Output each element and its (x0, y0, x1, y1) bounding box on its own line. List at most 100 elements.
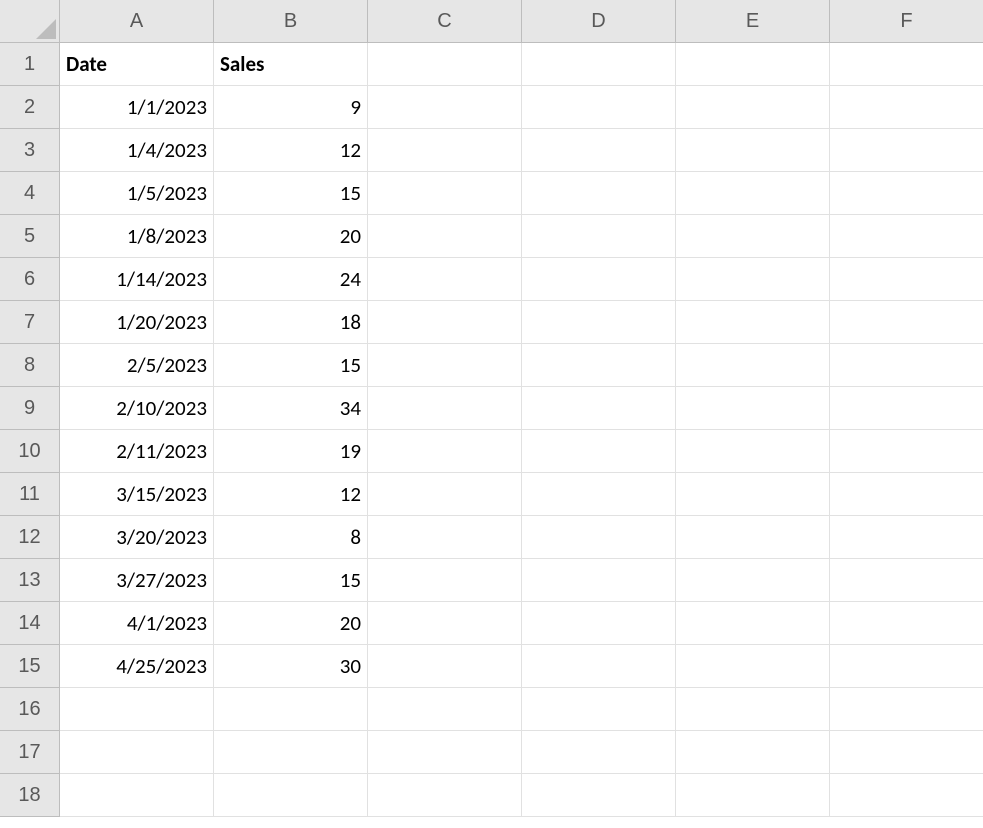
cell-D12[interactable] (522, 516, 676, 559)
cell-date-row-1[interactable]: 1/1/2023 (60, 86, 214, 129)
row-header-11[interactable]: 11 (0, 473, 60, 516)
cell-D2[interactable] (522, 86, 676, 129)
cell-F5[interactable] (830, 215, 983, 258)
cell-D16[interactable] (522, 688, 676, 731)
cell-E15[interactable] (676, 645, 830, 688)
row-header-1[interactable]: 1 (0, 43, 60, 86)
cell-F1[interactable] (830, 43, 983, 86)
cell-E4[interactable] (676, 172, 830, 215)
cell-C4[interactable] (368, 172, 522, 215)
cell-E3[interactable] (676, 129, 830, 172)
cell-E13[interactable] (676, 559, 830, 602)
cell-sales-row-14[interactable]: 30 (214, 645, 368, 688)
cell-C15[interactable] (368, 645, 522, 688)
select-all-corner[interactable] (0, 0, 60, 43)
cell-D4[interactable] (522, 172, 676, 215)
cell-A16[interactable] (60, 688, 214, 731)
row-header-5[interactable]: 5 (0, 215, 60, 258)
row-header-10[interactable]: 10 (0, 430, 60, 473)
cell-F2[interactable] (830, 86, 983, 129)
cell-D3[interactable] (522, 129, 676, 172)
cell-sales-row-12[interactable]: 15 (214, 559, 368, 602)
cell-D14[interactable] (522, 602, 676, 645)
cell-date-row-12[interactable]: 3/27/2023 (60, 559, 214, 602)
cell-sales-row-7[interactable]: 15 (214, 344, 368, 387)
row-header-14[interactable]: 14 (0, 602, 60, 645)
cell-date-row-10[interactable]: 3/15/2023 (60, 473, 214, 516)
cell-F9[interactable] (830, 387, 983, 430)
cell-C13[interactable] (368, 559, 522, 602)
cell-date-row-2[interactable]: 1/4/2023 (60, 129, 214, 172)
cell-date-row-6[interactable]: 1/20/2023 (60, 301, 214, 344)
column-header-B[interactable]: B (214, 0, 368, 43)
cell-C17[interactable] (368, 731, 522, 774)
cell-E8[interactable] (676, 344, 830, 387)
cell-C5[interactable] (368, 215, 522, 258)
cell-F16[interactable] (830, 688, 983, 731)
cell-E17[interactable] (676, 731, 830, 774)
cell-D6[interactable] (522, 258, 676, 301)
cell-E12[interactable] (676, 516, 830, 559)
row-header-15[interactable]: 15 (0, 645, 60, 688)
cell-E10[interactable] (676, 430, 830, 473)
cell-E18[interactable] (676, 774, 830, 817)
cell-C1[interactable] (368, 43, 522, 86)
cell-F10[interactable] (830, 430, 983, 473)
column-header-A[interactable]: A (60, 0, 214, 43)
cell-F11[interactable] (830, 473, 983, 516)
cell-date-row-7[interactable]: 2/5/2023 (60, 344, 214, 387)
cell-C9[interactable] (368, 387, 522, 430)
cell-D13[interactable] (522, 559, 676, 602)
row-header-4[interactable]: 4 (0, 172, 60, 215)
cell-E7[interactable] (676, 301, 830, 344)
cell-B18[interactable] (214, 774, 368, 817)
cell-C11[interactable] (368, 473, 522, 516)
cell-E6[interactable] (676, 258, 830, 301)
cell-E5[interactable] (676, 215, 830, 258)
cell-sales-row-5[interactable]: 24 (214, 258, 368, 301)
cell-D10[interactable] (522, 430, 676, 473)
cell-sales-row-1[interactable]: 9 (214, 86, 368, 129)
cell-F6[interactable] (830, 258, 983, 301)
cell-D15[interactable] (522, 645, 676, 688)
cell-E2[interactable] (676, 86, 830, 129)
cell-D5[interactable] (522, 215, 676, 258)
cell-C6[interactable] (368, 258, 522, 301)
cell-sales-row-2[interactable]: 12 (214, 129, 368, 172)
cell-sales-row-10[interactable]: 12 (214, 473, 368, 516)
cell-C18[interactable] (368, 774, 522, 817)
cell-E11[interactable] (676, 473, 830, 516)
cell-date-row-4[interactable]: 1/8/2023 (60, 215, 214, 258)
cell-F4[interactable] (830, 172, 983, 215)
cell-F7[interactable] (830, 301, 983, 344)
cell-date-row-13[interactable]: 4/1/2023 (60, 602, 214, 645)
cell-F12[interactable] (830, 516, 983, 559)
cell-B16[interactable] (214, 688, 368, 731)
cell-F15[interactable] (830, 645, 983, 688)
cell-sales-row-13[interactable]: 20 (214, 602, 368, 645)
cell-sales-row-6[interactable]: 18 (214, 301, 368, 344)
row-header-8[interactable]: 8 (0, 344, 60, 387)
cell-D18[interactable] (522, 774, 676, 817)
cell-D8[interactable] (522, 344, 676, 387)
cell-D7[interactable] (522, 301, 676, 344)
cell-date-row-9[interactable]: 2/11/2023 (60, 430, 214, 473)
cell-E9[interactable] (676, 387, 830, 430)
cell-D17[interactable] (522, 731, 676, 774)
cell-sales-row-11[interactable]: 8 (214, 516, 368, 559)
cell-C7[interactable] (368, 301, 522, 344)
cell-sales-row-9[interactable]: 19 (214, 430, 368, 473)
cell-B17[interactable] (214, 731, 368, 774)
row-header-18[interactable]: 18 (0, 774, 60, 817)
cell-C3[interactable] (368, 129, 522, 172)
cell-date-row-14[interactable]: 4/25/2023 (60, 645, 214, 688)
cell-A18[interactable] (60, 774, 214, 817)
row-header-7[interactable]: 7 (0, 301, 60, 344)
column-header-C[interactable]: C (368, 0, 522, 43)
cell-date-row-5[interactable]: 1/14/2023 (60, 258, 214, 301)
cell-date-row-11[interactable]: 3/20/2023 (60, 516, 214, 559)
cell-F14[interactable] (830, 602, 983, 645)
cell-sales-row-4[interactable]: 20 (214, 215, 368, 258)
row-header-3[interactable]: 3 (0, 129, 60, 172)
cell-C8[interactable] (368, 344, 522, 387)
